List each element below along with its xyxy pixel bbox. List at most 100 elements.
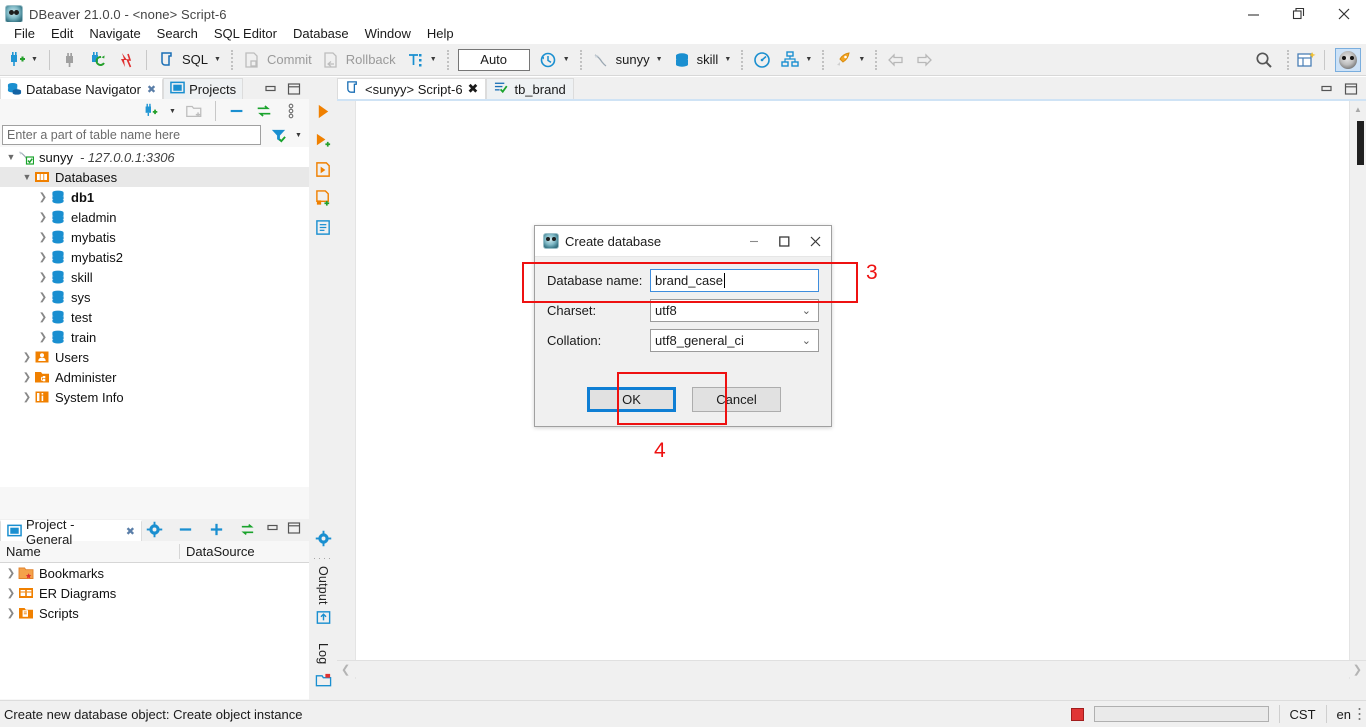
column-header-name[interactable]: Name — [0, 544, 180, 559]
tab-projects[interactable]: Projects — [163, 78, 244, 99]
editor-vertical-scrollbar[interactable]: ▲ ▼ — [1349, 101, 1366, 679]
menu-window[interactable]: Window — [357, 23, 419, 44]
new-folder-icon[interactable] — [182, 99, 206, 123]
scroll-up-icon[interactable]: ▲ — [1350, 101, 1366, 118]
tree-item-system-info[interactable]: ❯ System Info — [0, 387, 309, 407]
filter-funnel-icon[interactable] — [266, 123, 290, 147]
tree-item-test[interactable]: ❯ test — [0, 307, 309, 327]
chevron-right-icon[interactable]: ❯ — [20, 372, 34, 383]
editor-horizontal-scrollbar[interactable]: ❮ ❯ — [337, 660, 1366, 677]
tree-item-sunyy[interactable]: ▼ sunyy - 127.0.0.1:3306 — [0, 147, 309, 167]
gear-icon[interactable] — [315, 530, 332, 550]
transaction-mode-button[interactable] — [401, 46, 442, 74]
tree-item-users[interactable]: ❯ Users — [0, 347, 309, 367]
new-connection-button[interactable] — [2, 46, 43, 74]
chevron-down-icon[interactable]: ▼ — [20, 172, 34, 182]
menu-edit[interactable]: Edit — [43, 23, 81, 44]
auto-commit-indicator[interactable]: Auto — [457, 48, 530, 71]
refresh-connection-button[interactable] — [84, 46, 112, 74]
database-chevron-down-icon[interactable] — [721, 48, 734, 72]
new-sql-editor-button[interactable]: SQL — [153, 46, 226, 74]
close-icon[interactable]: ✖ — [126, 525, 135, 538]
tree-item-administer[interactable]: ❯ Administer — [0, 367, 309, 387]
disconnect-button[interactable] — [56, 46, 84, 74]
tree-item-databases[interactable]: ▼ Databases — [0, 167, 309, 187]
chevron-down-icon[interactable]: ⌄ — [802, 304, 811, 317]
view-menu-icon[interactable] — [279, 99, 303, 123]
link-editor-icon[interactable] — [252, 99, 276, 123]
gear-icon[interactable] — [142, 517, 166, 541]
execute-script-icon[interactable] — [315, 161, 332, 181]
minimize-panel-icon[interactable] — [266, 521, 280, 538]
back-button[interactable] — [882, 46, 910, 74]
add-icon[interactable] — [204, 517, 228, 541]
tree-item-eladmin[interactable]: ❯ eladmin — [0, 207, 309, 227]
transaction-chevron-down-icon[interactable] — [427, 48, 440, 72]
chevron-right-icon[interactable]: ❯ — [20, 352, 34, 363]
chevron-right-icon[interactable]: ❯ — [36, 272, 50, 283]
explain-plan-icon[interactable] — [315, 219, 332, 239]
table-name-filter-input[interactable]: Enter a part of table name here — [2, 125, 261, 145]
stop-icon[interactable] — [1070, 707, 1084, 721]
tree-item-mybatis2[interactable]: ❯ mybatis2 — [0, 247, 309, 267]
database-selector[interactable]: skill — [668, 46, 737, 74]
log-folder-icon[interactable] — [315, 672, 332, 692]
chevron-down-icon[interactable] — [28, 48, 41, 72]
tab-tb-brand[interactable]: tb_brand — [486, 78, 574, 99]
menu-file[interactable]: File — [6, 23, 43, 44]
search-icon[interactable] — [1252, 48, 1276, 72]
more-options-icon[interactable] — [1357, 706, 1362, 722]
dashboard-button[interactable] — [748, 46, 776, 74]
sql-chevron-down-icon[interactable] — [211, 48, 224, 72]
er-chevron-down-icon[interactable] — [802, 48, 815, 72]
database-tree[interactable]: ▼ sunyy - 127.0.0.1:3306 ▼ Databases ❯ db1 ❯ ela… — [0, 147, 309, 487]
menu-database[interactable]: Database — [285, 23, 357, 44]
timezone-indicator[interactable]: CST — [1290, 707, 1316, 722]
collation-select[interactable]: utf8_general_ci ⌄ — [650, 329, 819, 352]
link-editor-icon[interactable] — [235, 517, 259, 541]
tree-item-skill[interactable]: ❯ skill — [0, 267, 309, 287]
maximize-icon[interactable] — [769, 226, 800, 257]
maximize-panel-icon[interactable] — [1344, 82, 1358, 99]
project-row-scripts[interactable]: ❯ Scripts — [0, 603, 309, 623]
tree-item-mybatis[interactable]: ❯ mybatis — [0, 227, 309, 247]
chevron-down-icon[interactable]: ⌄ — [802, 334, 811, 347]
tree-item-sys[interactable]: ❯ sys — [0, 287, 309, 307]
menu-help[interactable]: Help — [419, 23, 462, 44]
launch-button[interactable] — [829, 46, 870, 74]
disconnect-all-button[interactable] — [112, 46, 140, 74]
er-diagram-button[interactable] — [776, 46, 817, 74]
commit-button[interactable]: Commit — [238, 46, 317, 74]
minimize-icon[interactable] — [173, 517, 197, 541]
execute-script-new-tab-icon[interactable] — [315, 190, 332, 210]
output-upload-icon[interactable] — [315, 609, 332, 629]
menu-navigate[interactable]: Navigate — [81, 23, 148, 44]
tree-item-db1[interactable]: ❯ db1 — [0, 187, 309, 207]
rollback-button[interactable]: Rollback — [317, 46, 401, 74]
project-tree[interactable]: ❯ Bookmarks ❯ ER Diagrams ❯ Scripts — [0, 563, 309, 699]
connection-chevron-down-icon[interactable] — [653, 48, 666, 72]
connection-selector[interactable]: sunyy — [587, 46, 668, 74]
tab-database-navigator[interactable]: Database Navigator ✖ — [0, 78, 164, 99]
chevron-right-icon[interactable]: ❯ — [36, 212, 50, 223]
chevron-right-icon[interactable]: ❯ — [36, 232, 50, 243]
chevron-right-icon[interactable]: ❯ — [4, 568, 18, 579]
filter-chevron-down-icon[interactable] — [292, 123, 305, 147]
chevron-right-icon[interactable]: ❯ — [36, 252, 50, 263]
tab-script-6[interactable]: <sunyy> Script-6 ✖ — [337, 78, 487, 99]
transaction-log-button[interactable] — [534, 46, 575, 74]
chevron-right-icon[interactable]: ❯ — [36, 312, 50, 323]
project-row-bookmarks[interactable]: ❯ Bookmarks — [0, 563, 309, 583]
sql-editor-canvas[interactable]: ▲ ▼ ❮ ❯ — [337, 99, 1366, 679]
launch-chevron-down-icon[interactable] — [855, 48, 868, 72]
scroll-left-icon[interactable]: ❮ — [341, 663, 350, 676]
forward-button[interactable] — [910, 46, 938, 74]
menu-search[interactable]: Search — [149, 23, 206, 44]
execute-new-tab-icon[interactable] — [315, 132, 332, 152]
project-row-er-diagrams[interactable]: ❯ ER Diagrams — [0, 583, 309, 603]
chevron-down-icon[interactable]: ▼ — [4, 152, 18, 162]
log-panel-label[interactable]: Log — [316, 643, 330, 664]
execute-statement-icon[interactable] — [315, 103, 332, 123]
new-object-icon[interactable] — [1294, 48, 1318, 72]
chevron-right-icon[interactable]: ❯ — [36, 192, 50, 203]
